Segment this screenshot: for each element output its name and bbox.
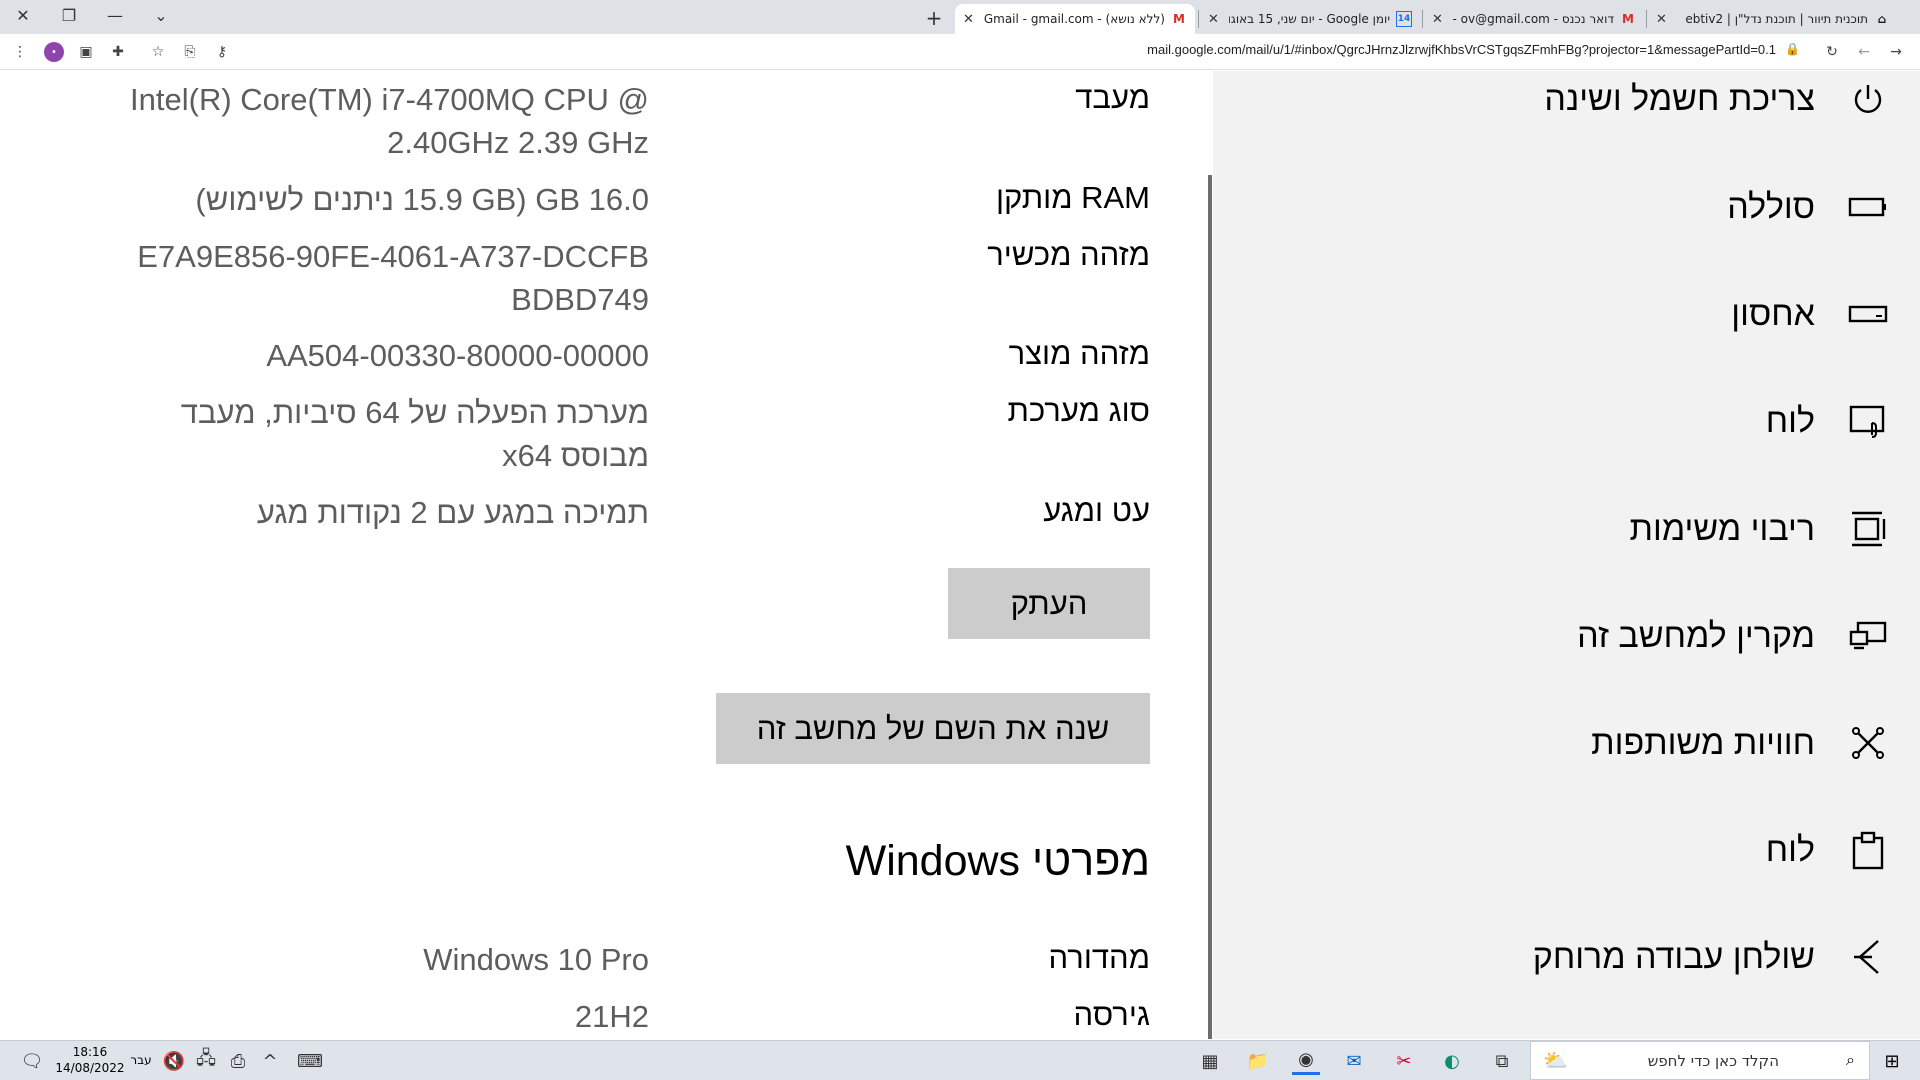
weather-icon: ⛅ xyxy=(1543,1048,1568,1072)
address-bar[interactable]: mail.google.com/mail/u/1/#inbox/QgrcJHrn… xyxy=(990,42,1776,57)
restore-window-button[interactable]: ❐ xyxy=(46,0,92,30)
nav-item-battery[interactable]: סוללה xyxy=(1213,167,1920,247)
task-view-icon[interactable]: ⧉ xyxy=(1488,1047,1516,1075)
spec-value-edition: Windows 10 Pro xyxy=(423,942,649,977)
calculator-icon[interactable]: ▦ xyxy=(1196,1047,1224,1075)
spec-label-system-type: סוג מערכת xyxy=(1007,393,1150,428)
spec-value-version: 21H2 xyxy=(574,999,649,1034)
nav-item-storage[interactable]: אחסון xyxy=(1213,274,1920,354)
chrome-icon[interactable]: ◉ xyxy=(1292,1047,1320,1075)
about-main-panel: מעבד Intel(R) Core(TM) i7-4700MQ CPU @ 2… xyxy=(0,71,1205,1039)
password-key-icon[interactable]: ⚷ xyxy=(210,40,234,64)
taskbar-search-input[interactable]: ⌕ הקלד כאן כדי לחפש ⛅ xyxy=(1530,1041,1870,1080)
spec-label-edition: מהדורה xyxy=(1048,940,1150,975)
nav-item-clipboard[interactable]: לוח xyxy=(1213,810,1920,890)
bookmark-star-icon[interactable]: ☆ xyxy=(146,40,170,64)
multitasking-icon xyxy=(1848,509,1888,549)
scrollbar[interactable] xyxy=(1208,175,1212,1039)
spec-label-version: גירסה xyxy=(1073,997,1150,1032)
storage-icon xyxy=(1848,294,1888,334)
language-indicator[interactable]: עבר xyxy=(126,1053,156,1067)
notifications-icon[interactable]: 🗨 xyxy=(18,1047,46,1075)
edge-icon[interactable]: ◐ xyxy=(1438,1047,1466,1075)
spec-value-device-id: E7A9E856-90FE-4061-A737-DCCFBBDBD749 xyxy=(137,239,649,317)
gmail-icon: M xyxy=(1622,12,1634,26)
nav-item-multitasking[interactable]: ריבוי משימות xyxy=(1213,489,1920,569)
close-window-button[interactable]: ✕ xyxy=(0,0,46,30)
nav-item-power-sleep[interactable]: צריכת חשמל ושינה xyxy=(1213,59,1920,139)
snipping-tool-icon[interactable]: ✂ xyxy=(1390,1047,1418,1075)
tab-google-calendar[interactable]: 14 יומן Google - יום שני, 15 באוגוסט ✕ xyxy=(1200,4,1420,34)
clock-date[interactable]: 14/08/2022 xyxy=(55,1061,125,1075)
network-icon[interactable]: 🖧 xyxy=(192,1047,220,1075)
close-tab-icon[interactable]: ✕ xyxy=(1208,12,1219,27)
close-tab-icon[interactable]: ✕ xyxy=(963,12,974,27)
nav-item-remote-desktop[interactable]: שולחן עבודה מרוחק xyxy=(1213,917,1920,997)
lock-icon[interactable]: 🔒 xyxy=(1785,42,1800,56)
power-icon xyxy=(1848,79,1888,119)
rename-pc-button[interactable]: שנה את השם של מחשב זה xyxy=(716,693,1150,764)
clipboard-icon xyxy=(1848,830,1888,870)
settings-nav: צריכת חשמל ושינה סוללה אחסון לוח ריבוי מ… xyxy=(1213,71,1920,1039)
close-tab-icon[interactable]: ✕ xyxy=(1656,12,1667,27)
menu-icon[interactable]: ⋮ xyxy=(8,40,32,64)
clock-time[interactable]: 18:16 xyxy=(55,1045,125,1059)
gmail-icon: M xyxy=(1173,12,1185,26)
spec-value-system-type: מערכת הפעלה של 64 סיביות, מעבד מבוסס x64 xyxy=(180,395,649,473)
new-tab-button[interactable]: + xyxy=(920,4,948,32)
tab-search-button[interactable]: ⌄ xyxy=(138,0,184,30)
avatar[interactable]: • xyxy=(44,42,64,62)
spec-label-ram: RAM מותקן xyxy=(996,180,1150,215)
calendar-icon: 14 xyxy=(1396,11,1412,27)
speaker-muted-icon[interactable]: 🔇 xyxy=(160,1047,188,1075)
windows-specs-title: מפרטי Windows xyxy=(845,837,1150,885)
file-explorer-icon[interactable]: 📁 xyxy=(1244,1047,1272,1075)
spec-value-pen-touch: תמיכה במגע עם 2 נקודות מגע xyxy=(256,495,649,530)
home-icon: ⌂ xyxy=(1877,12,1887,26)
spec-label-processor: מעבד xyxy=(1075,80,1150,115)
keyboard-icon[interactable]: ⌨ xyxy=(296,1047,324,1075)
tab-real-estate[interactable]: ⌂ תוכנית תיוור | תוכנת נדל"ן | ebtiv2 ✕ xyxy=(1648,4,1898,34)
nav-item-projecting[interactable]: מקרין למחשב זה xyxy=(1213,596,1920,676)
spec-value-ram: 16.0 GB (15.9 GB ניתנים לשימוש) xyxy=(195,182,649,217)
tab-gmail-inbox[interactable]: M דואר נכנס - Gmail - ov@gmail.com ✕ xyxy=(1424,4,1644,34)
extensions-icon[interactable]: ✚ xyxy=(106,40,130,64)
battery-icon xyxy=(1848,187,1888,227)
shared-experiences-icon xyxy=(1848,723,1888,763)
side-panel-icon[interactable]: ▣ xyxy=(74,40,98,64)
spec-value-processor: Intel(R) Core(TM) i7-4700MQ CPU @ 2.40GH… xyxy=(130,82,649,160)
copy-button[interactable]: העתק xyxy=(948,568,1150,639)
projecting-icon xyxy=(1848,616,1888,656)
start-icon[interactable]: ⊞ xyxy=(1878,1047,1906,1075)
close-tab-icon[interactable]: ✕ xyxy=(1432,12,1443,27)
spec-label-product-id: מזהה מוצר xyxy=(1008,336,1150,371)
nav-item-tablet[interactable]: לוח xyxy=(1213,381,1920,461)
minimize-window-button[interactable]: — xyxy=(92,0,138,30)
browser-tab-strip: ✕ ❐ — ⌄ + M (ללא נושא) - Gmail - gmail.c… xyxy=(0,0,1920,34)
meet-now-icon[interactable]: ⎙ xyxy=(224,1047,252,1075)
remote-desktop-icon xyxy=(1848,937,1888,977)
mail-icon[interactable]: ✉ xyxy=(1340,1047,1368,1075)
tab-gmail-no-subject[interactable]: M (ללא נושא) - Gmail - gmail.com@ ✕ xyxy=(955,4,1195,34)
spec-label-device-id: מזהה מכשיר xyxy=(987,237,1150,272)
show-hidden-icons-icon[interactable]: ^ xyxy=(256,1047,284,1075)
tablet-icon xyxy=(1848,401,1888,441)
nav-item-shared-experiences[interactable]: חוויות משותפות xyxy=(1213,703,1920,783)
search-icon: ⌕ xyxy=(1846,1050,1855,1069)
spec-label-pen-touch: עט ומגע xyxy=(1043,493,1150,528)
share-icon[interactable]: ⎘ xyxy=(178,40,202,64)
spec-value-product-id: 00330-80000-00000-AA504 xyxy=(266,338,649,373)
